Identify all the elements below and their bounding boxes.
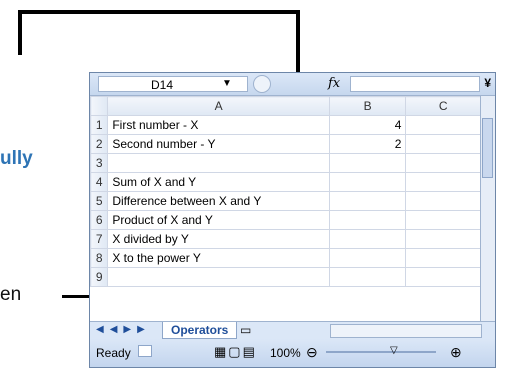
cell[interactable] [405, 115, 481, 135]
connector-line [18, 10, 22, 55]
cell[interactable]: Difference between X and Y [107, 191, 330, 211]
cell[interactable] [328, 267, 407, 287]
cell[interactable]: First number - X [107, 115, 330, 135]
row-header[interactable]: 2 [89, 134, 109, 154]
row-header[interactable]: 7 [89, 229, 109, 249]
formula-input[interactable] [350, 76, 480, 92]
fx-icon[interactable]: fx [328, 76, 340, 91]
row-header[interactable]: 1 [89, 115, 109, 135]
cell[interactable]: 4 [328, 115, 407, 135]
excel-window: D14 ▼ fx ¥ A B C 1 First number - X 4 2 … [89, 72, 496, 368]
zoom-in-icon[interactable]: ⊕ [450, 344, 462, 361]
formula-bar: D14 ▼ fx ¥ [90, 73, 495, 96]
tab-operators[interactable]: Operators [162, 322, 238, 339]
table-row: 6 Product of X and Y [89, 210, 481, 230]
cell[interactable] [107, 153, 330, 173]
cell[interactable] [328, 172, 407, 192]
row-header[interactable]: 9 [89, 267, 109, 287]
connector-line [18, 10, 300, 14]
row-header[interactable]: 3 [89, 153, 109, 173]
table-row: 2 Second number - Y 2 [89, 134, 481, 154]
status-bar: Ready ▦▢▤ 100% ⊖ ▽ ⊕ [90, 339, 495, 367]
cell[interactable] [107, 267, 330, 287]
cell[interactable]: Second number - Y [107, 134, 330, 154]
select-all-corner[interactable] [89, 96, 109, 116]
column-header-c[interactable]: C [405, 96, 481, 116]
zoom-level[interactable]: 100% [270, 346, 301, 360]
cell[interactable]: X to the power Y [107, 248, 330, 268]
row-header[interactable]: 6 [89, 210, 109, 230]
callout-bottom: en [0, 284, 22, 305]
cell[interactable] [405, 153, 481, 173]
macro-record-icon[interactable] [138, 345, 152, 357]
table-row: 8 X to the power Y [89, 248, 481, 268]
cell[interactable] [405, 267, 481, 287]
row-header[interactable]: 4 [89, 172, 109, 192]
chevron-down-icon[interactable]: ▼ [222, 78, 232, 89]
cell[interactable] [328, 248, 407, 268]
cell[interactable] [328, 210, 407, 230]
table-row: 7 X divided by Y [89, 229, 481, 249]
table-row: 9 [89, 267, 481, 287]
cell[interactable] [405, 172, 481, 192]
sheet-tab-bar: ◀◀▶▶ Operators ▭ [90, 321, 495, 339]
table-row: 1 First number - X 4 [89, 115, 481, 135]
scroll-thumb[interactable] [482, 118, 493, 178]
zoom-slider-thumb-icon[interactable]: ▽ [390, 345, 398, 356]
horizontal-scrollbar[interactable] [330, 324, 482, 338]
zoom-slider[interactable] [326, 351, 436, 353]
table-row: 4 Sum of X and Y [89, 172, 481, 192]
cell[interactable] [328, 153, 407, 173]
callout-top: ully [0, 148, 33, 169]
sheet-nav-arrows-icon[interactable]: ◀◀▶▶ [96, 324, 151, 335]
spreadsheet-grid: A B C 1 First number - X 4 2 Second numb… [89, 96, 481, 287]
cell[interactable] [405, 191, 481, 211]
cell[interactable] [328, 229, 407, 249]
row-header[interactable]: 5 [89, 191, 109, 211]
status-ready: Ready [96, 346, 131, 360]
zoom-out-icon[interactable]: ⊖ [306, 344, 318, 361]
row-header[interactable]: 8 [89, 248, 109, 268]
cell[interactable] [405, 248, 481, 268]
table-row: 3 [89, 153, 481, 173]
insert-sheet-icon[interactable]: ▭ [240, 323, 251, 337]
formula-cancel-button[interactable] [253, 75, 271, 93]
cell[interactable]: Product of X and Y [107, 210, 330, 230]
cell[interactable]: 2 [328, 134, 407, 154]
cell[interactable] [405, 210, 481, 230]
view-buttons-icon[interactable]: ▦▢▤ [214, 344, 257, 360]
column-header-row: A B C [89, 96, 481, 116]
cell[interactable] [328, 191, 407, 211]
expand-icon[interactable]: ¥ [484, 76, 491, 90]
vertical-scrollbar[interactable] [480, 96, 495, 326]
column-header-a[interactable]: A [107, 96, 330, 116]
cell[interactable]: X divided by Y [107, 229, 330, 249]
cell[interactable]: Sum of X and Y [107, 172, 330, 192]
table-row: 5 Difference between X and Y [89, 191, 481, 211]
cell[interactable] [405, 229, 481, 249]
cell[interactable] [405, 134, 481, 154]
column-header-b[interactable]: B [328, 96, 407, 116]
